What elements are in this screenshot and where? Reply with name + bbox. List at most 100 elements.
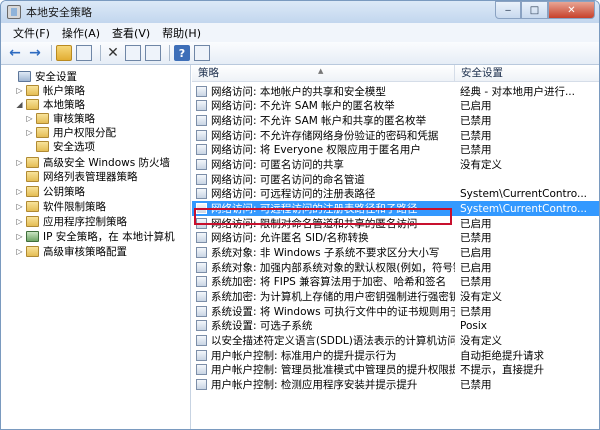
table-row[interactable]: 系统加密: 将 FIPS 兼容算法用于加密、哈希和签名 已禁用 [192,274,599,289]
policy-icon [196,129,207,141]
security-setting: 已禁用 [460,144,492,157]
table-row[interactable]: 系统对象: 加强内部系统对象的默认权限(例如，符号链接) 已启用 [192,260,599,275]
show-action-pane-icon[interactable] [194,45,210,61]
expand-arrow-icon[interactable]: ▷ [15,86,24,95]
tree-node-app-control[interactable]: ▷ 应用程序控制策略 [15,214,127,228]
policy-icon [196,349,207,361]
column-header-setting[interactable]: 安全设置 [455,65,599,82]
tree-node-security-options[interactable]: 安全选项 [25,139,95,153]
list-header: 策略 ▲ 安全设置 [192,65,599,82]
column-header-label: 安全设置 [461,67,503,79]
policy-cell: 网络访问: 允许匿名 SID/名称转换 [192,230,455,245]
table-row[interactable]: 网络访问: 本地帐户的共享和安全模型 经典 - 对本地用户进行... [192,84,599,99]
expand-arrow-icon[interactable]: ▷ [15,247,24,256]
tree-node-label: 公钥策略 [43,185,85,198]
minimize-button[interactable]: ‒ [495,1,521,19]
tree-node-advanced-audit[interactable]: ▷ 高级审核策略配置 [15,244,127,258]
expand-arrow-icon[interactable]: ▷ [15,217,24,226]
tree-node-firewall[interactable]: ▷ 高级安全 Windows 防火墙 [15,155,170,169]
policy-name: 系统设置: 可选子系统 [211,320,313,333]
policy-name: 以安全描述符定义语言(SDDL)语法表示的计算机访问限制 [211,334,455,347]
table-row[interactable]: 系统对象: 非 Windows 子系统不要求区分大小写 已启用 [192,245,599,260]
policy-icon [196,159,207,171]
table-row[interactable]: 网络访问: 限制对命名管道和共享的匿名访问 已启用 [192,216,599,231]
up-folder-icon[interactable] [56,45,72,61]
table-row[interactable]: 网络访问: 允许匿名 SID/名称转换 已禁用 [192,230,599,246]
table-row[interactable]: 网络访问: 可远程访问的注册表路径 System\CurrentContro... [192,186,599,202]
expand-arrow-icon[interactable]: ▷ [25,114,34,123]
folder-icon [26,245,39,257]
table-row[interactable]: 网络访问: 不允许 SAM 帐户的匿名枚举 已启用 [192,99,599,114]
table-row[interactable]: 网络访问: 不允许 SAM 帐户和共享的匿名枚举 已禁用 [192,113,599,128]
expand-arrow-icon[interactable]: ▷ [15,158,24,167]
policy-cell: 系统设置: 将 Windows 可执行文件中的证书规则用于软件... [192,304,455,319]
tree-node-label: IP 安全策略，在 本地计算机 [43,230,175,243]
tree-node-public-key[interactable]: ▷ 公钥策略 [15,184,85,198]
policy-cell: 用户帐户控制: 标准用户的提升提示行为 [192,348,455,363]
tree-node-label: 本地策略 [43,98,85,111]
policy-name: 网络访问: 可匿名访问的共享 [211,159,344,172]
sort-up-icon: ▲ [318,67,324,75]
table-row[interactable]: 系统设置: 可选子系统 Posix [192,318,599,333]
tree-node-security-settings[interactable]: 安全设置 [7,69,77,83]
app-icon [7,5,21,19]
expand-arrow-icon[interactable]: ▷ [15,202,24,211]
tree-node-account-policies[interactable]: ▷ 帐户策略 [15,83,85,97]
title-bar[interactable]: 本地安全策略 ‒ □ ✕ [1,1,599,23]
table-row[interactable]: 用户帐户控制: 标准用户的提升提示行为 自动拒绝提升请求 [192,348,599,363]
forward-arrow-icon[interactable]: → [27,45,43,61]
policy-name: 网络访问: 不允许存储网络身份验证的密码和凭据 [211,129,439,142]
collapse-arrow-icon[interactable]: ◢ [15,100,24,109]
security-setting: 已禁用 [460,378,492,391]
menu-help[interactable]: 帮助(H) [156,25,207,41]
tree-node-ip-security[interactable]: ▷ IP 安全策略，在 本地计算机 [15,229,175,243]
tree-node-local-policies[interactable]: ◢ 本地策略 [15,97,85,111]
policy-icon [196,173,207,185]
policy-cell: 系统加密: 为计算机上存储的用户密钥强制进行强密钥保护 [192,289,455,304]
export-list-icon[interactable] [145,45,161,61]
menu-file[interactable]: 文件(F) [7,25,56,41]
window-title: 本地安全策略 [26,6,92,19]
folder-icon [26,200,39,212]
policy-cell: 网络访问: 可远程访问的注册表路径 [192,186,455,201]
policy-name: 网络访问: 可远程访问的注册表路径和子路径 [211,203,418,216]
tree-node-user-rights[interactable]: ▷ 用户权限分配 [25,125,116,139]
maximize-button[interactable]: □ [521,1,548,19]
delete-icon[interactable]: ✕ [105,45,121,61]
column-header-policy[interactable]: 策略 ▲ [192,65,455,82]
table-row[interactable]: 网络访问: 可匿名访问的共享 没有定义 [192,157,599,172]
policy-icon [196,305,207,317]
properties-icon[interactable] [125,45,141,61]
tree-node-audit-policy[interactable]: ▷ 审核策略 [25,111,95,125]
table-row[interactable]: 用户帐户控制: 检测应用程序安装并提示提升 已禁用 [192,377,599,392]
menu-action[interactable]: 操作(A) [56,25,106,41]
tree-node-label: 高级审核策略配置 [43,245,127,258]
table-row[interactable]: 系统设置: 将 Windows 可执行文件中的证书规则用于软件... 已禁用 [192,304,599,319]
table-row[interactable]: 系统加密: 为计算机上存储的用户密钥强制进行强密钥保护 没有定义 [192,289,599,304]
policy-icon [196,85,207,97]
security-setting: Posix [460,319,487,332]
tree-node-software-restriction[interactable]: ▷ 软件限制策略 [15,199,106,213]
help-icon[interactable]: ? [174,45,190,61]
expand-arrow-icon[interactable]: ▷ [25,128,34,137]
expand-arrow-icon[interactable]: ▷ [15,187,24,196]
table-row[interactable]: 网络访问: 可远程访问的注册表路径和子路径 System\CurrentContr… [192,201,599,216]
table-row[interactable]: 以安全描述符定义语言(SDDL)语法表示的计算机访问限制 没有定义 [192,333,599,348]
toolbar-separator [100,45,101,61]
table-row[interactable]: 网络访问: 可匿名访问的命名管道 [192,172,599,187]
back-arrow-icon[interactable]: ← [7,45,23,61]
policy-name: 系统加密: 将 FIPS 兼容算法用于加密、哈希和签名 [211,276,447,289]
policy-icon [196,100,207,112]
tree-node-network-list[interactable]: 网络列表管理器策略 [15,169,138,183]
menu-view[interactable]: 查看(V) [106,25,156,41]
show-hide-tree-icon[interactable] [76,45,92,61]
security-setting: 已禁用 [460,115,492,128]
table-row[interactable]: 用户帐户控制: 管理员批准模式中管理员的提升权限提示的... 不提示，直接提升 [192,362,599,377]
table-row[interactable]: 网络访问: 将 Everyone 权限应用于匿名用户 已禁用 [192,143,599,158]
policy-icon [196,217,207,229]
network-policy-icon [26,230,39,242]
policy-cell: 系统对象: 加强内部系统对象的默认权限(例如，符号链接) [192,260,455,275]
close-button[interactable]: ✕ [548,1,595,19]
expand-arrow-icon[interactable]: ▷ [15,232,24,241]
table-row[interactable]: 网络访问: 不允许存储网络身份验证的密码和凭据 已禁用 [192,128,599,143]
